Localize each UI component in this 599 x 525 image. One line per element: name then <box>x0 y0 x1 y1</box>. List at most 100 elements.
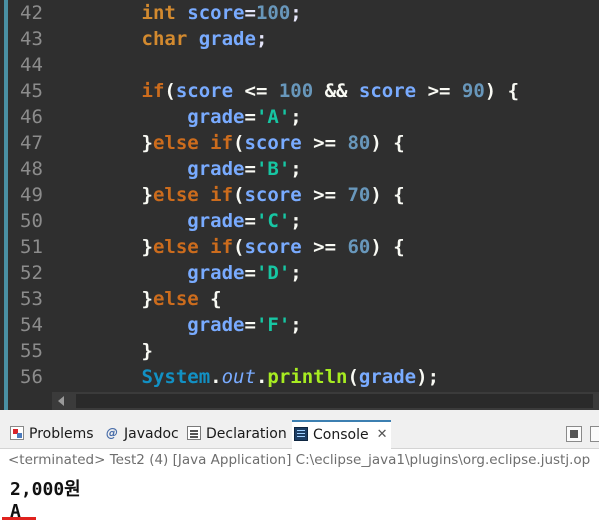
code-token: 100 <box>278 80 314 102</box>
code-token: <= <box>233 80 279 102</box>
line-code: }else if(score >= 80) { <box>50 130 405 156</box>
code-token: score <box>187 2 245 24</box>
code-token: ; <box>255 28 268 50</box>
code-token: 90 <box>461 80 485 102</box>
code-token: = <box>244 210 256 232</box>
code-token: = <box>244 106 256 128</box>
code-token: = <box>244 158 256 180</box>
code-token: >= <box>416 80 462 102</box>
scroll-left-arrow-icon[interactable] <box>58 396 64 406</box>
tab-javadoc[interactable]: @ Javadoc <box>105 422 179 447</box>
code-token: ( <box>233 132 245 154</box>
tab-problems[interactable]: Problems <box>10 422 94 447</box>
code-line[interactable]: 51 }else if(score >= 60) { <box>0 234 599 260</box>
maximize-view-button[interactable] <box>590 426 599 442</box>
code-token: ( <box>347 366 359 388</box>
editor-horizontal-scrollbar[interactable] <box>52 392 599 410</box>
code-token: ; <box>290 314 302 336</box>
code-token: } <box>50 132 153 154</box>
line-code: System.out.println(grade); <box>50 364 440 390</box>
code-editor[interactable]: 42 int score=100; 43 char grade; 44 45 if(s… <box>0 0 599 392</box>
code-token: ) { <box>370 236 405 258</box>
line-code: char grade; <box>50 26 268 52</box>
code-line[interactable]: 54 grade='F'; <box>0 312 599 338</box>
code-token: 'D' <box>255 262 291 284</box>
code-line[interactable]: 55 } <box>0 338 599 364</box>
code-token: = <box>244 262 256 284</box>
code-line[interactable]: 56 System.out.println(grade); <box>0 364 599 390</box>
line-number: 46 <box>20 106 43 128</box>
tab-declaration-label: Declaration <box>206 426 287 442</box>
annotation-underline <box>2 517 36 520</box>
code-token: grade <box>358 366 417 388</box>
line-number: 45 <box>20 80 43 102</box>
line-code: grade='F'; <box>50 312 302 338</box>
line-code: grade='B'; <box>50 156 302 182</box>
line-code: }else if(score >= 70) { <box>50 182 405 208</box>
line-number: 55 <box>20 340 43 362</box>
code-line[interactable]: 53 }else { <box>0 286 599 312</box>
code-token: } <box>50 184 153 206</box>
code-line[interactable]: 45 if(score <= 100 && score >= 90) { <box>0 78 599 104</box>
scrollbar-track[interactable] <box>76 394 593 408</box>
close-icon[interactable]: ✕ <box>377 422 388 448</box>
line-code: } <box>50 338 153 364</box>
code-token: >= <box>301 132 348 154</box>
console-status-text: <terminated> Test2 (4) [Java Application… <box>0 449 599 471</box>
code-token: ) { <box>484 80 520 102</box>
line-number: 44 <box>20 54 43 76</box>
line-code: }else if(score >= 60) { <box>50 234 405 260</box>
line-code: int score=100; <box>50 0 302 26</box>
code-token: else <box>152 288 199 310</box>
code-line[interactable]: 48 grade='B'; <box>0 156 599 182</box>
tab-console[interactable]: Console ✕ <box>292 420 392 449</box>
code-token: ( <box>164 80 176 102</box>
code-token: out <box>221 366 256 388</box>
code-line[interactable]: 44 <box>0 52 599 78</box>
code-token: = <box>244 2 256 24</box>
line-number: 51 <box>20 236 43 258</box>
code-token: grade <box>198 28 256 50</box>
code-line[interactable]: 42 int score=100; <box>0 0 599 26</box>
code-token: && <box>313 80 359 102</box>
minimize-view-button[interactable] <box>566 426 582 442</box>
code-token: score <box>358 80 417 102</box>
code-token: 'B' <box>255 158 291 180</box>
line-number: 50 <box>20 210 43 232</box>
tab-declaration[interactable]: Declaration <box>187 422 287 447</box>
editor-gutter-marker-bottom <box>4 392 8 410</box>
code-token: System <box>141 366 211 388</box>
code-line[interactable]: 52 grade='D'; <box>0 260 599 286</box>
code-line[interactable]: 43 char grade; <box>0 26 599 52</box>
code-token: } <box>50 340 153 362</box>
tab-console-label: Console <box>313 427 369 443</box>
code-token: else if <box>152 236 234 258</box>
code-token: ( <box>233 236 245 258</box>
line-number: 47 <box>20 132 43 154</box>
code-token: 70 <box>347 184 371 206</box>
code-token: ; <box>290 158 302 180</box>
code-token: . <box>210 366 222 388</box>
code-token: . <box>255 366 268 388</box>
code-token: >= <box>301 236 348 258</box>
javadoc-icon: @ <box>106 426 118 440</box>
problems-icon <box>10 426 24 440</box>
line-code: grade='C'; <box>50 208 301 234</box>
code-line[interactable]: 49 }else if(score >= 70) { <box>0 182 599 208</box>
line-number: 49 <box>20 184 43 206</box>
console-output[interactable]: 2,000원 A <box>0 471 599 525</box>
code-line[interactable]: 50 grade='C'; <box>0 208 599 234</box>
code-line[interactable]: 47 }else if(score >= 80) { <box>0 130 599 156</box>
line-code: grade='A'; <box>50 104 301 130</box>
code-token: if <box>141 80 165 102</box>
code-line[interactable]: 46 grade='A'; <box>0 104 599 130</box>
line-number: 42 <box>20 2 43 24</box>
code-lines: 42 int score=100; 43 char grade; 44 45 if(s… <box>0 0 599 390</box>
code-token: score <box>244 184 302 206</box>
line-number: 53 <box>20 288 43 310</box>
